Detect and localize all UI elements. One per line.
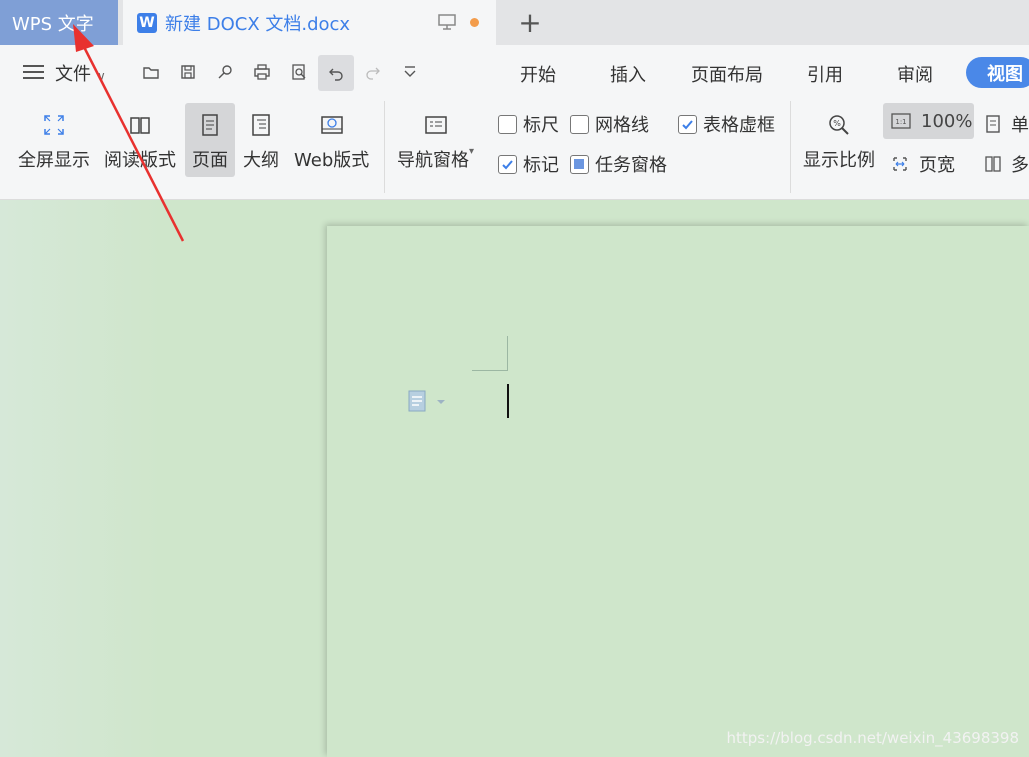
file-menu-button[interactable]: 文件 ∨ <box>55 60 106 86</box>
gridlines-checkbox-box <box>570 114 589 134</box>
page-width-label: 页宽 <box>919 155 955 176</box>
outline-button[interactable]: 大纲 <box>243 113 279 172</box>
document-tab[interactable]: W 新建 DOCX 文档.docx <box>123 0 496 45</box>
customize-toolbar-icon[interactable] <box>400 62 420 82</box>
format-painter-icon[interactable] <box>215 62 235 82</box>
unsaved-dot-icon <box>470 18 479 27</box>
marks-checkbox[interactable]: 标记 <box>498 151 559 177</box>
tab-page-layout[interactable]: 页面布局 <box>691 61 763 87</box>
margin-corner-mark <box>507 336 508 371</box>
single-page-icon <box>986 115 1000 133</box>
ruler-label: 标尺 <box>523 115 559 136</box>
marks-label: 标记 <box>523 155 559 176</box>
table-gridlines-label: 表格虚框 <box>703 115 775 136</box>
fullscreen-button[interactable]: 全屏显示 <box>18 113 90 172</box>
outline-label: 大纲 <box>243 150 279 171</box>
tab-view[interactable]: 视图 <box>966 57 1029 88</box>
ruler-checkbox[interactable]: 标尺 <box>498 111 559 137</box>
fullscreen-icon <box>44 115 64 135</box>
ribbon-divider <box>790 101 791 193</box>
task-pane-checkbox[interactable]: 任务窗格 <box>570 151 667 177</box>
paste-options-icon[interactable] <box>408 390 448 412</box>
wps-writer-icon: W <box>137 12 157 33</box>
svg-text:%: % <box>833 119 841 128</box>
multi-page-button[interactable]: 多 <box>985 151 1029 177</box>
actual-size-icon: 1:1 <box>891 113 911 129</box>
outline-icon <box>252 114 270 136</box>
zoom-magnifier-icon: % <box>829 115 849 135</box>
undo-icon <box>329 68 343 81</box>
app-tab-wps[interactable]: WPS 文字 <box>0 0 118 45</box>
ribbon: 文件 ∨ 开始 插入 页面布局 引用 审阅 视图 全屏显示 阅读版式 页面 大纲 … <box>0 45 1029 200</box>
navigation-pane-label: 导航窗格▾ <box>397 146 474 172</box>
book-icon <box>130 117 150 134</box>
navigation-pane-icon <box>424 116 447 134</box>
page-width-button[interactable]: 页宽 <box>891 151 955 177</box>
single-page-label: 单 <box>1011 115 1029 136</box>
table-gridlines-checkbox-box <box>678 114 697 134</box>
new-tab-button[interactable]: + <box>515 8 545 38</box>
undo-button[interactable] <box>318 55 354 91</box>
page-icon <box>202 114 218 136</box>
tab-bar: WPS 文字 W 新建 DOCX 文档.docx + <box>0 0 1029 45</box>
open-folder-icon[interactable] <box>141 62 161 82</box>
zoom-button[interactable]: % 显示比例 <box>803 113 875 172</box>
monitor-icon[interactable] <box>438 14 456 30</box>
margin-corner-mark <box>472 370 508 371</box>
reading-layout-button[interactable]: 阅读版式 <box>104 113 176 172</box>
document-tab-title: 新建 DOCX 文档.docx <box>165 13 351 35</box>
multi-page-icon <box>985 156 1001 172</box>
page-view-label: 页面 <box>192 150 228 171</box>
zoom-100-button[interactable]: 1:1 100% <box>883 103 974 139</box>
ruler-checkbox-box <box>498 114 517 134</box>
chevron-down-icon: ∨ <box>97 69 106 83</box>
print-icon[interactable] <box>252 62 272 82</box>
document-page[interactable] <box>327 226 1029 757</box>
tab-insert[interactable]: 插入 <box>610 61 646 87</box>
checkmark-icon <box>502 159 513 169</box>
tab-home[interactable]: 开始 <box>520 61 556 87</box>
file-menu-label: 文件 <box>55 64 91 85</box>
web-layout-button[interactable]: Web版式 <box>294 113 369 172</box>
web-layout-icon <box>320 116 343 134</box>
caret-down-icon: ▾ <box>469 146 475 157</box>
menu-row: 文件 ∨ 开始 插入 页面布局 引用 审阅 视图 <box>0 45 1029 100</box>
zoom-label: 显示比例 <box>803 150 875 171</box>
tab-review[interactable]: 审阅 <box>897 61 933 87</box>
checkmark-icon <box>682 119 693 129</box>
hamburger-menu-icon[interactable] <box>23 65 44 80</box>
zoom-value: 100% <box>921 110 973 132</box>
app-tab-label: WPS 文字 <box>12 13 94 35</box>
reading-layout-label: 阅读版式 <box>104 150 176 171</box>
page-view-button[interactable]: 页面 <box>192 113 228 172</box>
svg-text:1:1: 1:1 <box>895 118 906 126</box>
tab-references[interactable]: 引用 <box>807 61 843 87</box>
multi-page-label: 多 <box>1011 155 1029 176</box>
navigation-pane-button[interactable]: 导航窗格▾ <box>397 113 474 172</box>
ribbon-divider <box>384 101 385 193</box>
page-width-icon <box>893 157 907 171</box>
single-page-button[interactable]: 单 <box>985 111 1029 137</box>
marks-checkbox-box <box>498 154 517 174</box>
table-gridlines-checkbox[interactable]: 表格虚框 <box>678 111 775 137</box>
save-icon[interactable] <box>178 62 198 82</box>
task-pane-label: 任务窗格 <box>595 155 667 176</box>
gridlines-checkbox[interactable]: 网格线 <box>570 111 649 137</box>
fullscreen-label: 全屏显示 <box>18 150 90 171</box>
navigation-pane-text: 导航窗格 <box>397 150 469 171</box>
task-pane-checkbox-box <box>570 154 589 174</box>
redo-icon[interactable] <box>363 62 383 82</box>
print-preview-icon[interactable] <box>289 62 309 82</box>
web-layout-label: Web版式 <box>294 150 370 171</box>
watermark-text: https://blog.csdn.net/weixin_43698398 <box>726 729 1019 747</box>
text-cursor <box>507 384 509 418</box>
gridlines-label: 网格线 <box>595 115 649 136</box>
